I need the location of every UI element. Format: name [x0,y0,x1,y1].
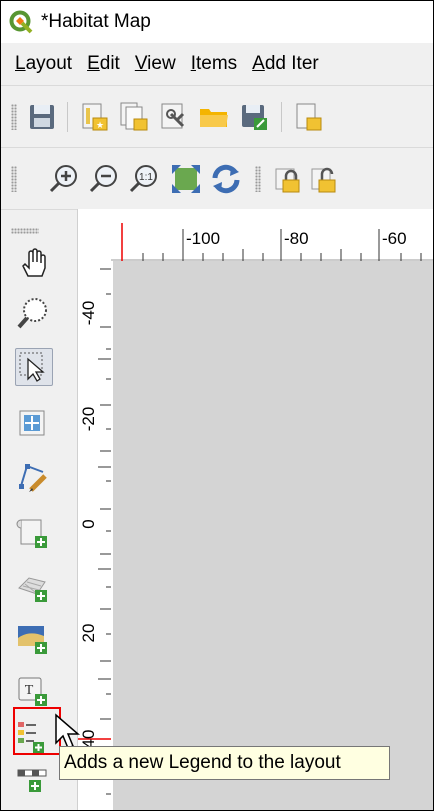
menu-layout[interactable]: Layout [1,53,72,75]
hruler-label-neg80: -80 [284,229,309,248]
add-3d-map-icon[interactable] [15,568,51,604]
vruler-label-neg40: -40 [79,301,98,326]
horizontal-ruler-scale: -100 -80 -60 [111,223,433,261]
layout-toolbar: ★ [1,85,433,148]
hruler-label-neg100: -100 [186,229,220,248]
qgis-logo-icon [9,10,33,34]
svg-text:T: T [25,683,34,698]
svg-text:1:1: 1:1 [139,172,153,183]
save-as-template-icon[interactable] [237,100,271,134]
toolbar-grip[interactable] [255,166,261,192]
pan-icon[interactable] [15,246,51,282]
add-map-icon[interactable] [15,514,51,550]
menu-bar: Layout Edit View Items Add Iter [1,43,433,85]
tooltip: Adds a new Legend to the layout [59,746,390,780]
window-title: *Habitat Map [41,11,151,32]
save-icon[interactable] [25,100,59,134]
select-move-icon[interactable] [15,348,53,386]
menu-items[interactable]: Items [181,53,237,75]
vruler-label-0: 0 [79,519,98,528]
vertical-ruler: -40 -20 0 20 40 [77,209,113,810]
zoom-full-icon[interactable] [169,162,203,196]
layout-window: *Habitat Map Layout Edit View Items Add … [0,0,434,811]
move-content-icon[interactable] [15,406,51,442]
hruler-label-neg60: -60 [382,229,407,248]
zoom-actual-icon[interactable]: 1:1 [127,162,161,196]
vruler-label-neg20: -20 [79,407,98,432]
zoom-in-icon[interactable] [47,162,81,196]
edit-nodes-icon[interactable] [15,460,51,496]
new-layout-icon[interactable]: ★ [77,100,111,134]
layout-manager-icon[interactable] [157,100,191,134]
refresh-icon[interactable] [209,162,243,196]
toolbar-grip[interactable] [11,104,17,130]
add-scalebar-icon[interactable] [15,764,51,800]
layout-canvas[interactable] [113,261,433,810]
open-folder-icon[interactable] [197,100,231,134]
new-page-icon[interactable] [291,100,325,134]
toolbar-grip[interactable] [11,166,17,192]
add-picture-icon[interactable] [15,620,51,656]
vruler-label-20: 20 [79,624,98,643]
toolbar-grip[interactable] [11,228,39,234]
title-bar: *Habitat Map [1,1,433,43]
svg-text:★: ★ [96,120,104,130]
zoom-out-icon[interactable] [87,162,121,196]
menu-view[interactable]: View [125,53,176,75]
duplicate-layout-icon[interactable] [117,100,151,134]
lock-icon[interactable] [271,162,305,196]
unlock-icon[interactable] [307,162,341,196]
menu-add-item[interactable]: Add Iter [242,53,319,75]
navigation-toolbar: 1:1 [1,147,433,210]
zoom-tool-icon[interactable] [15,296,51,332]
add-label-icon[interactable]: T [15,672,51,708]
menu-edit[interactable]: Edit [77,53,120,75]
vertical-ruler-scale: -40 -20 0 20 40 [78,209,113,810]
horizontal-ruler: -100 -80 -60 [111,209,433,261]
